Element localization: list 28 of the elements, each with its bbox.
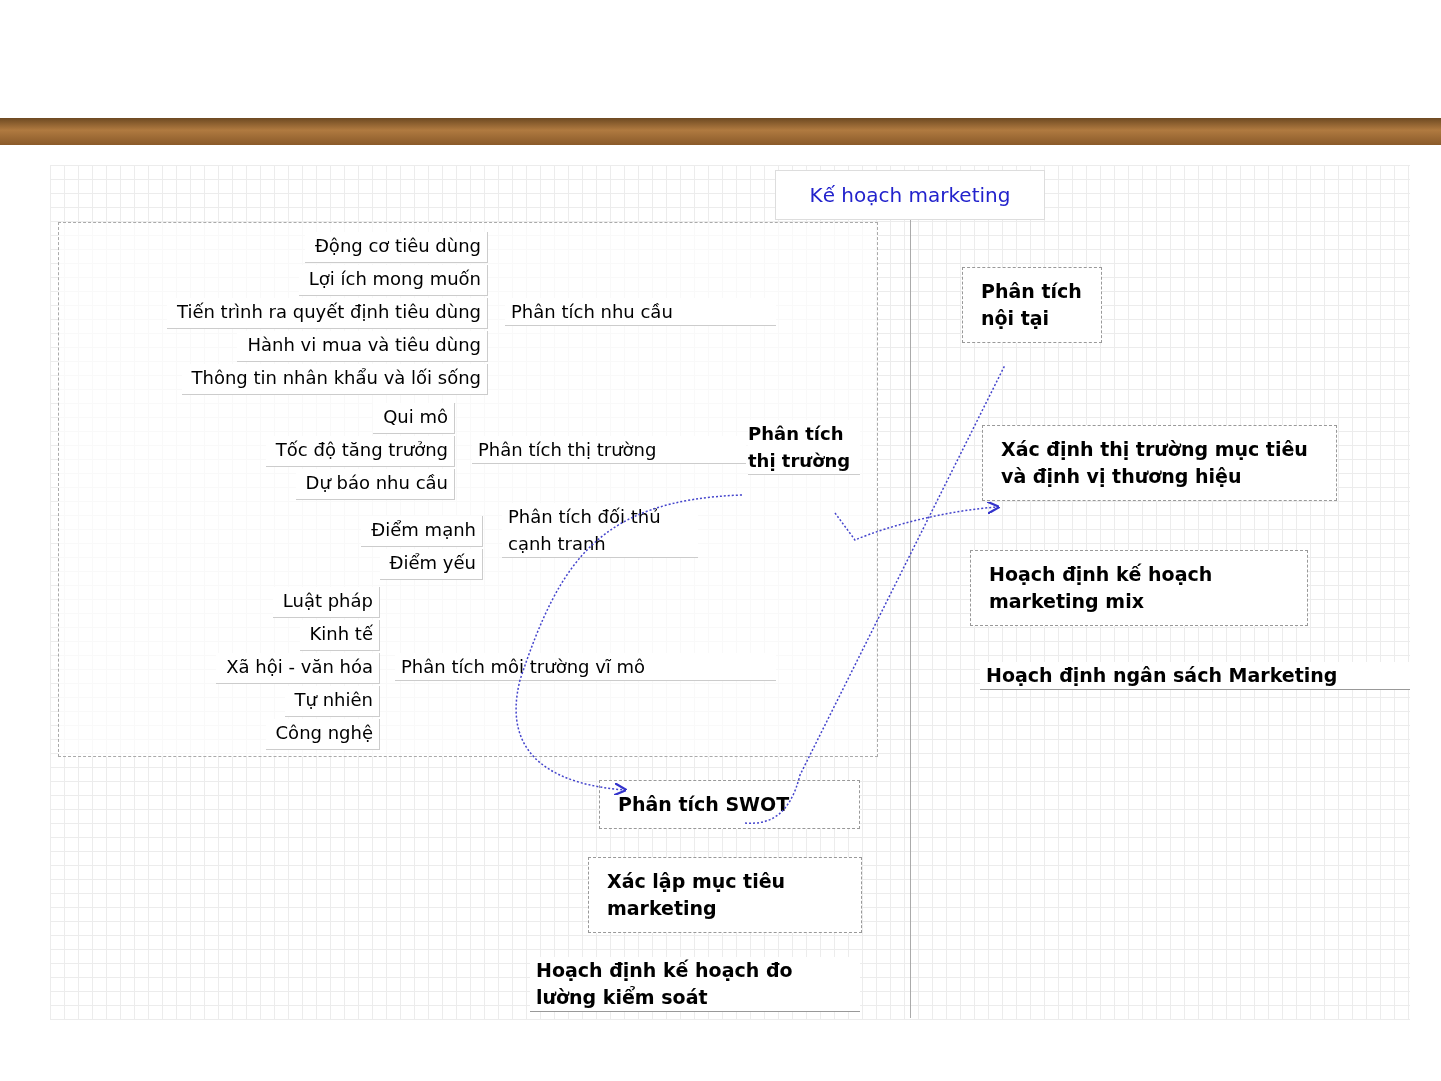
topic-node[interactable]: Hoạch định kế hoạch đo lường kiểm soát	[530, 957, 860, 1012]
subtopic-node[interactable]: Phân tích đối thủ cạnh tranh	[502, 503, 698, 558]
subtopic-node[interactable]: Tốc độ tăng trưởng	[265, 436, 455, 467]
subtopic-node[interactable]: Động cơ tiêu dùng	[304, 232, 488, 263]
topic-node[interactable]: Hoạch định ngân sách Marketing	[980, 662, 1410, 690]
subtopic-node[interactable]: Phân tích nhu cầu	[505, 298, 776, 326]
subtopic-node[interactable]: Dự báo nhu cầu	[295, 469, 455, 500]
topic-node[interactable]: Phân tích SWOT	[599, 780, 860, 829]
central-topic[interactable]: Kế hoạch marketing	[775, 170, 1045, 220]
subtopic-node[interactable]: Tiến trình ra quyết định tiêu dùng	[166, 298, 488, 329]
subtopic-node[interactable]: Phân tích môi trường vĩ mô	[395, 653, 776, 681]
topic-node[interactable]: Phân tích thị trường	[748, 420, 860, 475]
topic-node[interactable]: Phân tích nội tại	[962, 267, 1102, 343]
subtopic-node[interactable]: Hành vi mua và tiêu dùng	[237, 331, 488, 362]
subtopic-node[interactable]: Tự nhiên	[284, 686, 380, 717]
subtopic-node[interactable]: Điểm yếu	[379, 549, 483, 580]
subtopic-node[interactable]: Qui mô	[373, 403, 455, 434]
subtopic-node[interactable]: Công nghệ	[265, 719, 380, 750]
topic-node[interactable]: Xác định thị trường mục tiêu và định vị thương hiệu	[982, 425, 1337, 501]
subtopic-node[interactable]: Thông tin nhân khẩu và lối sống	[181, 364, 488, 395]
subtopic-node[interactable]: Xã hội - văn hóa	[216, 653, 380, 684]
subtopic-node[interactable]: Lợi ích mong muốn	[298, 265, 488, 296]
subtopic-node[interactable]: Kinh tế	[299, 620, 380, 651]
topic-node[interactable]: Hoạch định kế hoạch marketing mix	[970, 550, 1308, 626]
subtopic-node[interactable]: Luật pháp	[272, 587, 380, 618]
subtopic-node[interactable]: Điểm mạnh	[361, 516, 483, 547]
topic-node[interactable]: Xác lập mục tiêu marketing	[588, 857, 862, 933]
subtopic-node[interactable]: Phân tích thị trường	[472, 436, 746, 464]
